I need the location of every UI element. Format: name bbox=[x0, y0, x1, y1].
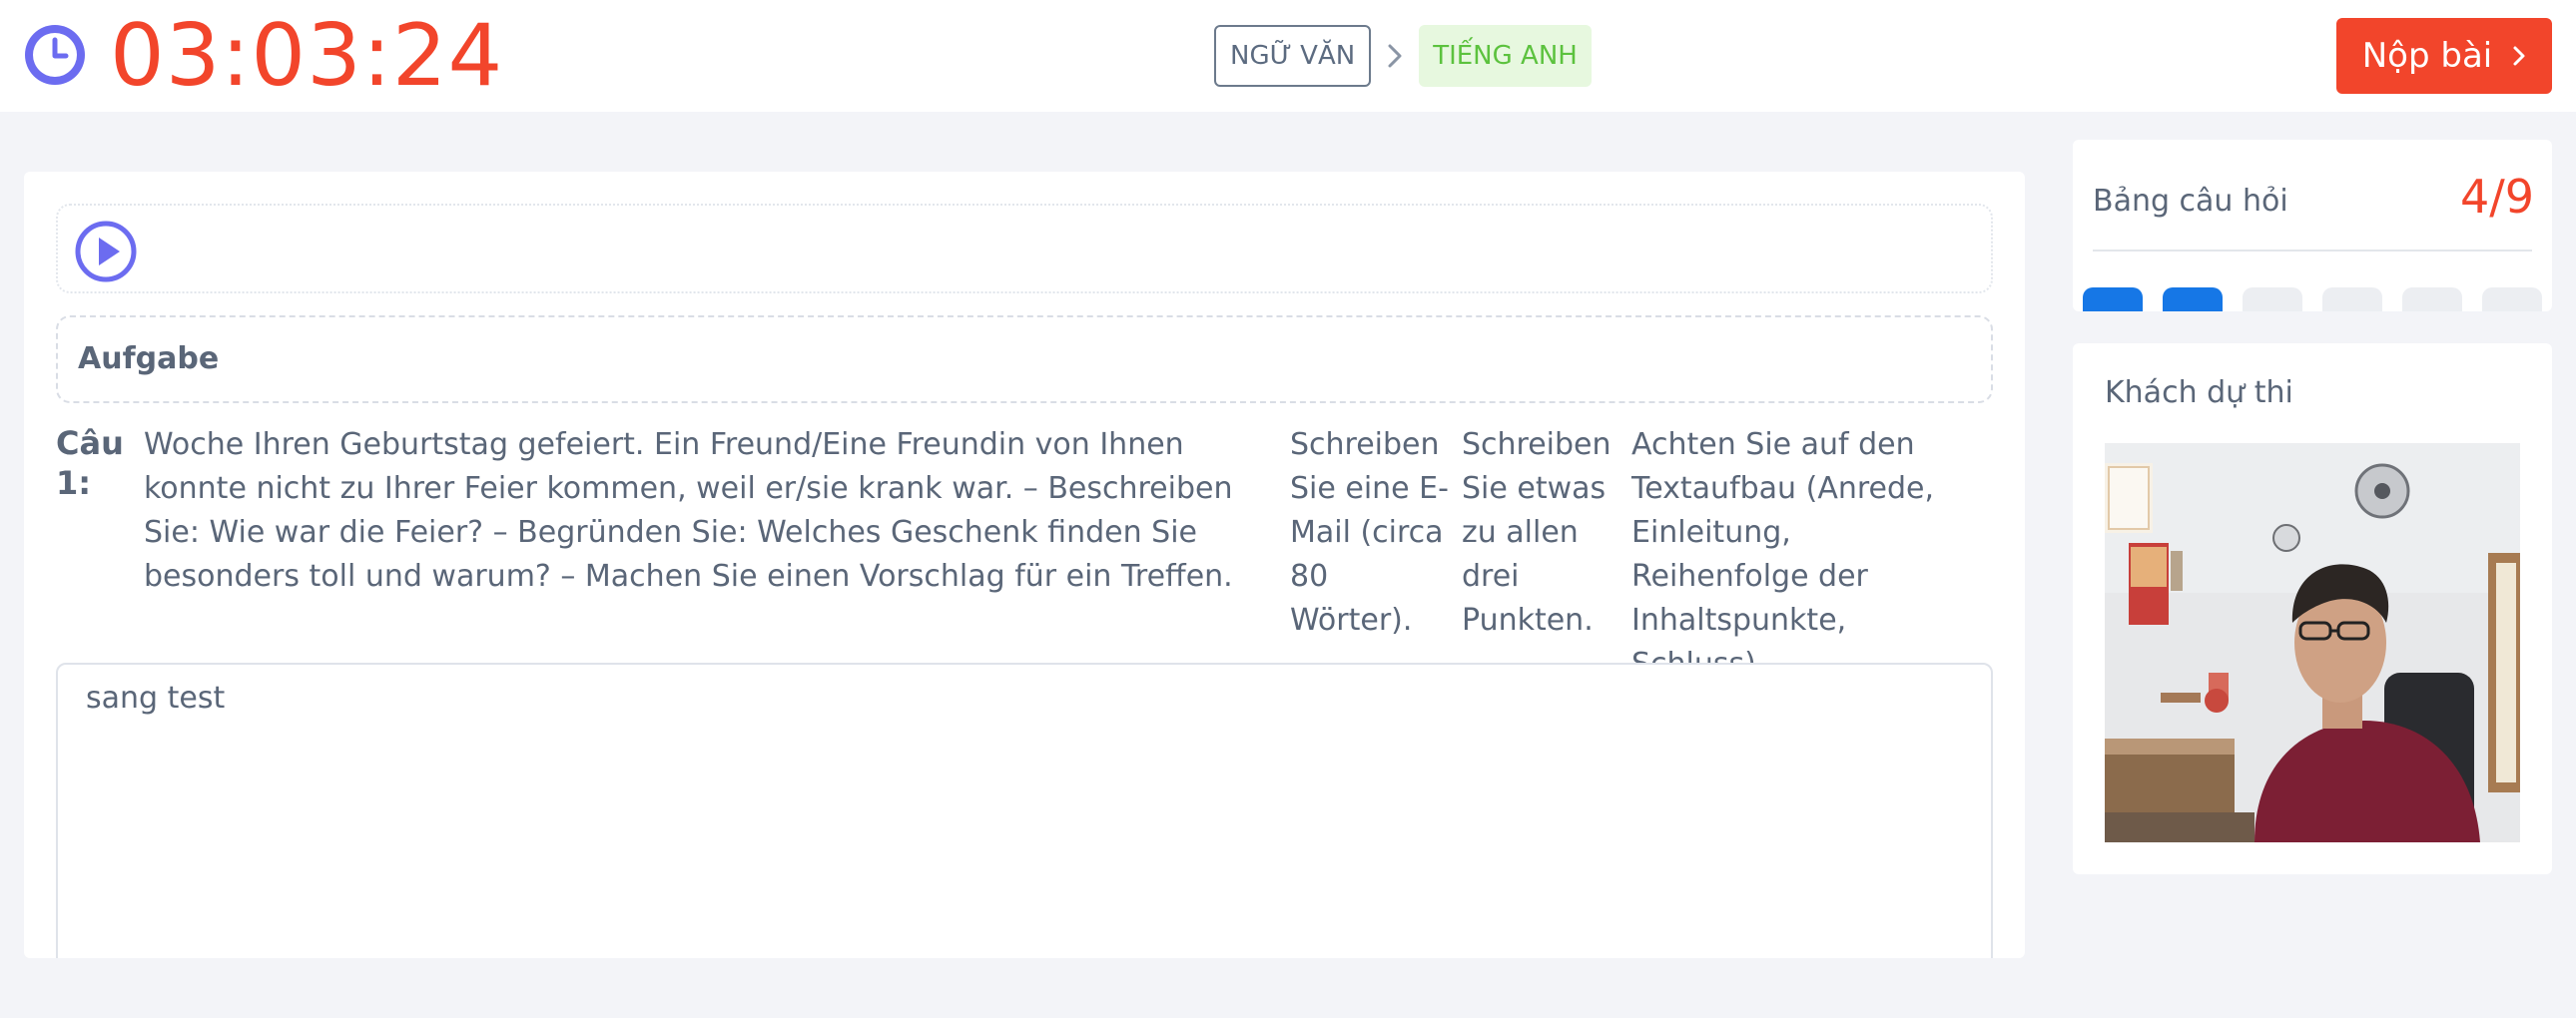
clock-icon bbox=[25, 25, 85, 85]
question-progress: 4/9 bbox=[2459, 170, 2534, 224]
question-number-button[interactable] bbox=[2402, 287, 2462, 311]
question-text-column: Schreiben Sie etwas zu allen drei Punkte… bbox=[1462, 427, 1611, 638]
countdown-timer: 03:03:24 bbox=[110, 6, 504, 106]
play-icon[interactable] bbox=[74, 220, 138, 283]
question-number-button[interactable] bbox=[2243, 287, 2302, 311]
question-number-grid bbox=[2083, 287, 2542, 311]
question-number-button[interactable] bbox=[2083, 287, 2143, 311]
question-number-button[interactable] bbox=[2163, 287, 2223, 311]
chevron-right-icon bbox=[2513, 46, 2525, 66]
webcam-feed bbox=[2105, 443, 2520, 842]
question-text-column: Achten Sie auf den Textaufbau (Anrede, E… bbox=[1631, 427, 1935, 682]
top-bar: 03:03:24 NGỮ VĂN TIẾNG ANH Nộp bài bbox=[0, 0, 2576, 112]
question-number-button[interactable] bbox=[2322, 287, 2382, 311]
question-number: Câu 1: bbox=[56, 424, 124, 502]
divider bbox=[2093, 250, 2532, 252]
task-label: Aufgabe bbox=[78, 341, 220, 376]
candidate-panel: Khách dự thi bbox=[2073, 343, 2552, 874]
subject-breadcrumb: NGỮ VĂN TIẾNG ANH bbox=[1214, 25, 1592, 87]
webcam-image bbox=[2105, 443, 2520, 842]
question-number-button[interactable] bbox=[2482, 287, 2542, 311]
answer-textarea[interactable]: sang test bbox=[56, 663, 1993, 958]
breadcrumb-subject-ngu-van[interactable]: NGỮ VĂN bbox=[1214, 25, 1372, 87]
submit-button[interactable]: Nộp bài bbox=[2336, 18, 2552, 94]
breadcrumb-subject-tieng-anh[interactable]: TIẾNG ANH bbox=[1419, 25, 1592, 87]
question-panel: Bảng câu hỏi 4/9 bbox=[2073, 140, 2552, 311]
task-box: Aufgabe bbox=[56, 315, 1993, 403]
chevron-right-icon bbox=[1371, 25, 1419, 87]
audio-player bbox=[56, 204, 1993, 293]
question-card: Aufgabe Câu 1: Woche Ihren Geburtstag ge… bbox=[24, 172, 2025, 958]
question-text-column: Woche Ihren Geburtstag gefeiert. Ein Fre… bbox=[144, 427, 1233, 594]
submit-button-label: Nộp bài bbox=[2361, 36, 2493, 76]
candidate-panel-title: Khách dự thi bbox=[2105, 375, 2293, 410]
question-panel-title: Bảng câu hỏi bbox=[2093, 184, 2288, 219]
question-text-column: Schreiben Sie eine E-Mail (circa 80 Wört… bbox=[1290, 427, 1449, 638]
